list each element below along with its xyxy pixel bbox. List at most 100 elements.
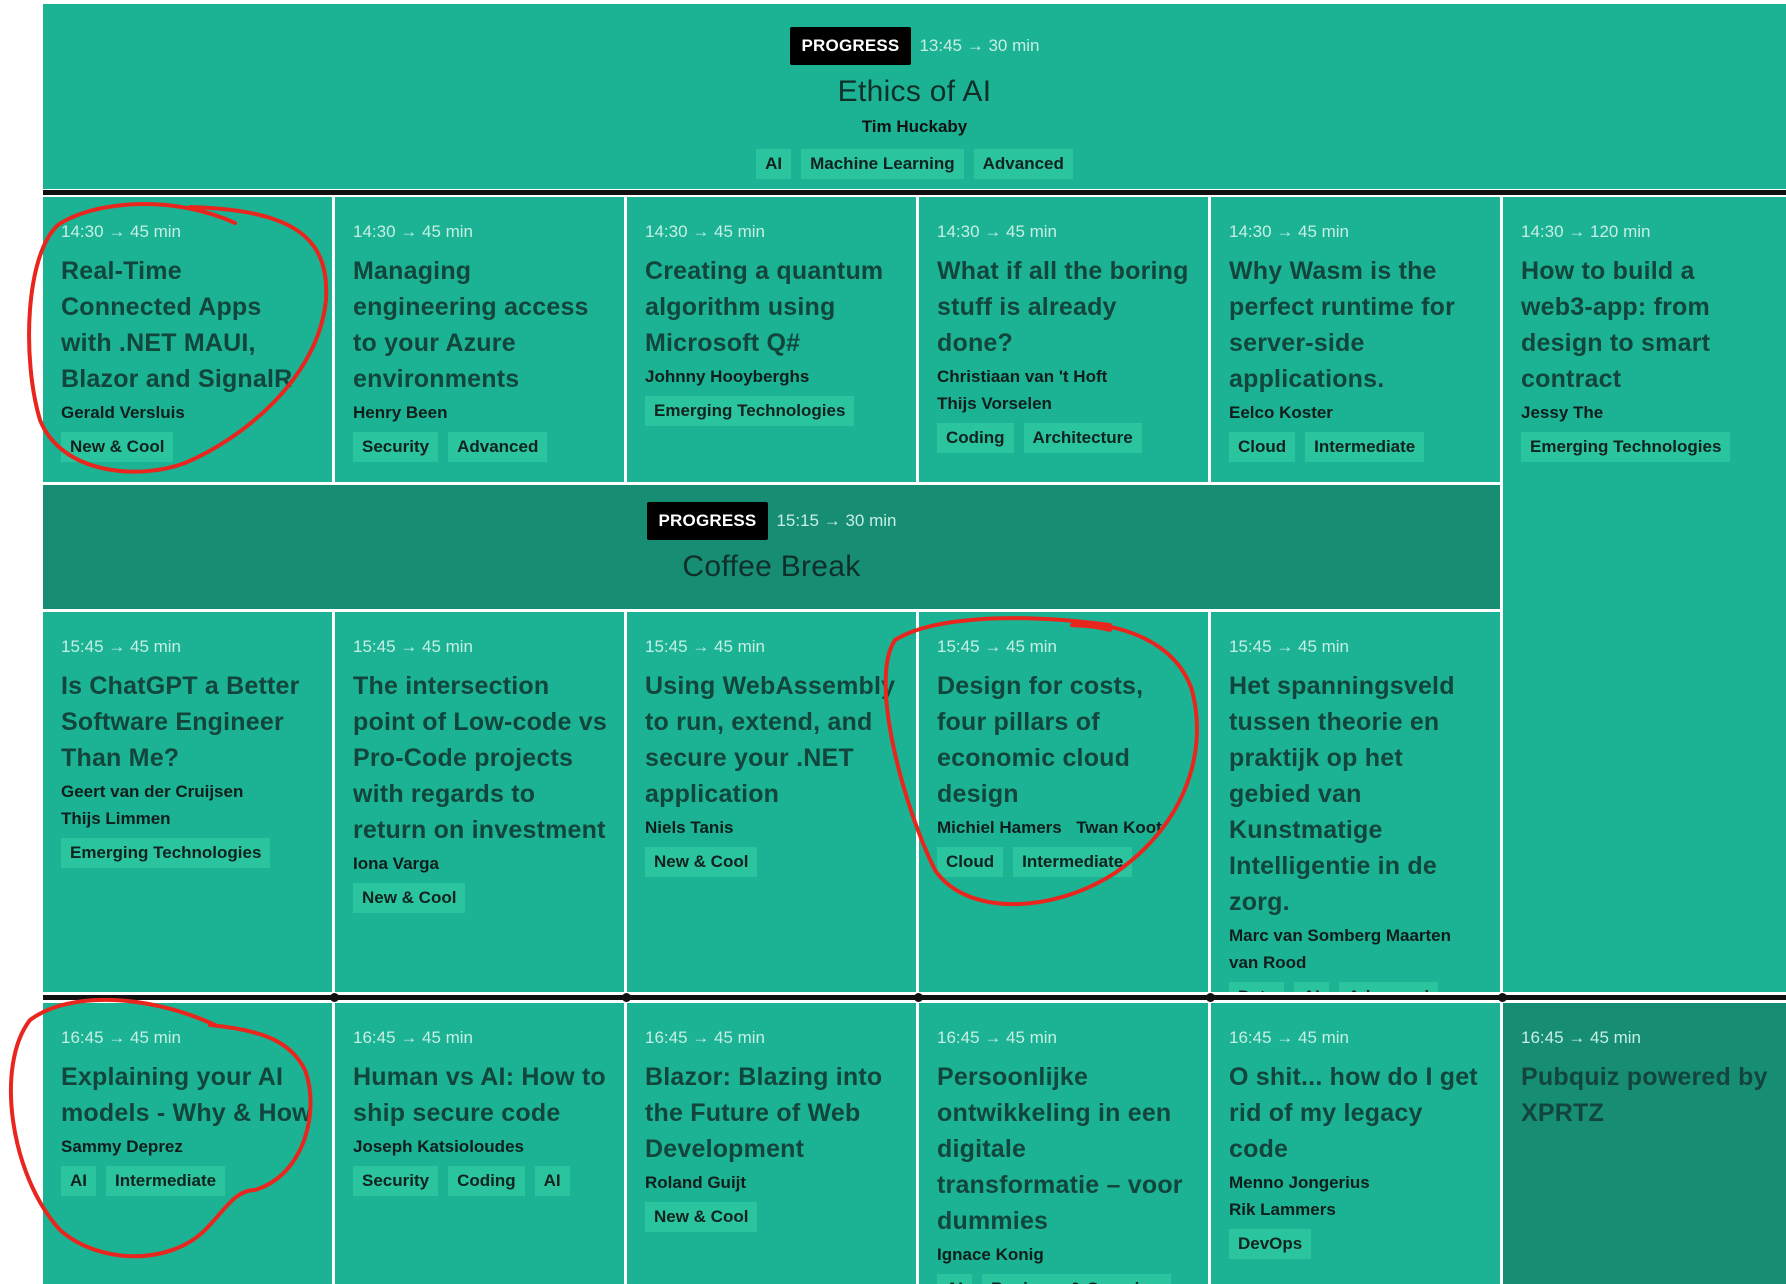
session-title[interactable]: Real-Time Connected Apps with .NET MAUI,… — [61, 253, 316, 397]
tag: Emerging Technologies — [1521, 432, 1731, 462]
divider-dot — [914, 993, 923, 1002]
session-title[interactable]: Het spanningsveld tussen theorie en prak… — [1229, 668, 1484, 920]
session-card[interactable]: 16:45 → 45 min Persoonlijke ontwikkeling… — [919, 1003, 1208, 1284]
tag: New & Cool — [645, 847, 758, 877]
speaker-name: Rik Lammers — [1229, 1200, 1336, 1219]
session-title[interactable]: The intersection point of Low-code vs Pr… — [353, 668, 608, 848]
speaker-name: Christiaan van 't Hoft — [937, 367, 1108, 386]
session-title[interactable]: What if all the boring stuff is already … — [937, 253, 1192, 361]
session-time: 15:45 → 45 min — [645, 637, 766, 656]
session-card[interactable]: 15:45 → 45 min Design for costs, four pi… — [919, 612, 1208, 992]
session-title[interactable]: Human vs AI: How to ship secure code — [353, 1059, 608, 1131]
session-time: 13:45 → 30 min — [919, 36, 1040, 55]
session-title[interactable]: Is ChatGPT a Better Software Engineer Th… — [61, 668, 316, 776]
tag: Security — [353, 432, 439, 462]
session-card[interactable]: 16:45 → 45 min Blazor: Blazing into the … — [627, 1003, 916, 1284]
session-title[interactable]: Creating a quantum algorithm using Micro… — [645, 253, 900, 361]
session-tags: Emerging Technologies — [1521, 432, 1770, 462]
session-title[interactable]: Using WebAssembly to run, extend, and se… — [645, 668, 900, 812]
session-card[interactable]: 14:30 → 45 min What if all the boring st… — [919, 197, 1208, 482]
session-card[interactable]: 16:45 → 45 min O shit... how do I get ri… — [1211, 1003, 1500, 1284]
session-speakers: Joseph Katsioloudes — [353, 1133, 608, 1160]
session-time: 16:45 → 45 min — [1229, 1028, 1350, 1047]
session-tags: New & Cool — [645, 847, 900, 877]
session-tags: DevOps — [1229, 1229, 1484, 1259]
session-title[interactable]: Why Wasm is the perfect runtime for serv… — [1229, 253, 1484, 397]
session-card[interactable]: 16:45 → 45 min Explaining your AI models… — [43, 1003, 332, 1284]
session-title[interactable]: How to build a web3-app: from design to … — [1521, 253, 1770, 397]
session-title[interactable]: Persoonlijke ontwikkeling in een digital… — [937, 1059, 1192, 1239]
speaker-name: Geert van der Cruijsen — [61, 782, 244, 801]
tag: Cloud — [937, 847, 1004, 877]
session-title[interactable]: Managing engineering access to your Azur… — [353, 253, 608, 397]
time-divider — [43, 190, 1786, 195]
session-time: 16:45 → 45 min — [1521, 1028, 1642, 1047]
speaker-name: Eelco Koster — [1229, 403, 1333, 422]
tag: Advanced — [973, 149, 1073, 179]
divider-dot — [330, 993, 339, 1002]
tag: AI — [756, 149, 792, 179]
session-speakers: Roland Guijt — [645, 1169, 900, 1196]
speaker-name: Iona Varga — [353, 854, 439, 873]
session-title[interactable]: Explaining your AI models - Why & How — [61, 1059, 316, 1131]
divider-dot — [1498, 993, 1507, 1002]
session-title[interactable]: Blazor: Blazing into the Future of Web D… — [645, 1059, 900, 1167]
session-time: 16:45 → 45 min — [645, 1028, 766, 1047]
session-tags: Data AI Advanced — [1229, 982, 1484, 992]
session-card[interactable]: 15:45 → 45 min Het spanningsveld tussen … — [1211, 612, 1500, 992]
session-card[interactable]: 15:45 → 45 min Is ChatGPT a Better Softw… — [43, 612, 332, 992]
speaker-name: Henry Been — [353, 403, 448, 422]
tag: Architecture — [1023, 423, 1142, 453]
session-card[interactable]: 15:45 → 45 min The intersection point of… — [335, 612, 624, 992]
session-title[interactable]: Design for costs, four pillars of econom… — [937, 668, 1192, 812]
tag: AI — [534, 1166, 570, 1196]
speaker-name: Michiel Hamers — [937, 818, 1062, 837]
plenary-coffee-break[interactable]: PROGRESS 15:15 → 30 min Coffee Break — [43, 485, 1500, 609]
session-card[interactable]: 16:45 → 45 min Human vs AI: How to ship … — [335, 1003, 624, 1284]
plenary-ethics-of-ai[interactable]: PROGRESS 13:45 → 30 min Ethics of AI Tim… — [43, 4, 1786, 189]
session-tags: Cloud Intermediate — [937, 847, 1192, 877]
session-card[interactable]: 15:45 → 45 min Using WebAssembly to run,… — [627, 612, 916, 992]
session-speakers: Eelco Koster — [1229, 399, 1484, 426]
tag: Machine Learning — [801, 149, 964, 179]
session-speakers: Jessy The — [1521, 399, 1770, 426]
speaker-name: Jessy The — [1521, 403, 1604, 422]
tag: Intermediate — [106, 1166, 226, 1196]
progress-badge: PROGRESS — [789, 27, 912, 65]
session-time: 14:30 → 120 min — [1521, 222, 1651, 241]
tag: AI — [937, 1274, 972, 1284]
tag: DevOps — [1229, 1229, 1312, 1259]
session-speakers: Henry Been — [353, 399, 608, 426]
session-card[interactable]: 14:30 → 45 min Why Wasm is the perfect r… — [1211, 197, 1500, 482]
session-time: 15:15 → 30 min — [776, 511, 897, 530]
tag: New & Cool — [353, 883, 466, 913]
speaker-name: Thijs Vorselen — [937, 394, 1052, 413]
session-title[interactable]: Pubquiz powered by XPRTZ — [1521, 1059, 1770, 1131]
session-tags: Emerging Technologies — [61, 838, 316, 868]
session-card[interactable]: 14:30 → 45 min Creating a quantum algori… — [627, 197, 916, 482]
session-tags: AI Machine Learning Advanced — [43, 149, 1786, 179]
session-card[interactable]: 16:45 → 45 min Pubquiz powered by XPRTZ — [1503, 1003, 1786, 1284]
session-time: 15:45 → 45 min — [937, 637, 1058, 656]
session-time: 15:45 → 45 min — [353, 637, 474, 656]
session-tags: Coding Architecture — [937, 423, 1192, 453]
tag: Intermediate — [1305, 432, 1425, 462]
session-title[interactable]: Coffee Break — [43, 550, 1500, 584]
session-card[interactable]: 14:30 → 45 min Managing engineering acce… — [335, 197, 624, 482]
session-title[interactable]: O shit... how do I get rid of my legacy … — [1229, 1059, 1484, 1167]
speaker-name: Sammy Deprez — [61, 1137, 183, 1156]
session-speakers: Niels Tanis — [645, 814, 900, 841]
session-card[interactable]: 14:30 → 45 min Real-Time Connected Apps … — [43, 197, 332, 482]
tag: Beginner & Overview — [982, 1274, 1172, 1284]
tag: Security — [353, 1166, 439, 1196]
speaker-name: Menno Jongerius — [1229, 1173, 1370, 1192]
session-time: 14:30 → 45 min — [353, 222, 474, 241]
speaker-name: Marc van Somberg Maarten van Rood — [1229, 926, 1452, 972]
session-tags: Security Advanced — [353, 432, 608, 462]
session-time: 15:45 → 45 min — [61, 637, 182, 656]
session-title[interactable]: Ethics of AI — [43, 75, 1786, 109]
session-time: 14:30 → 45 min — [1229, 222, 1350, 241]
session-card-long[interactable]: 14:30 → 120 min How to build a web3-app:… — [1503, 197, 1786, 992]
session-speakers: Christiaan van 't Hoft Thijs Vorselen — [937, 363, 1192, 417]
session-tags: Cloud Intermediate — [1229, 432, 1484, 462]
